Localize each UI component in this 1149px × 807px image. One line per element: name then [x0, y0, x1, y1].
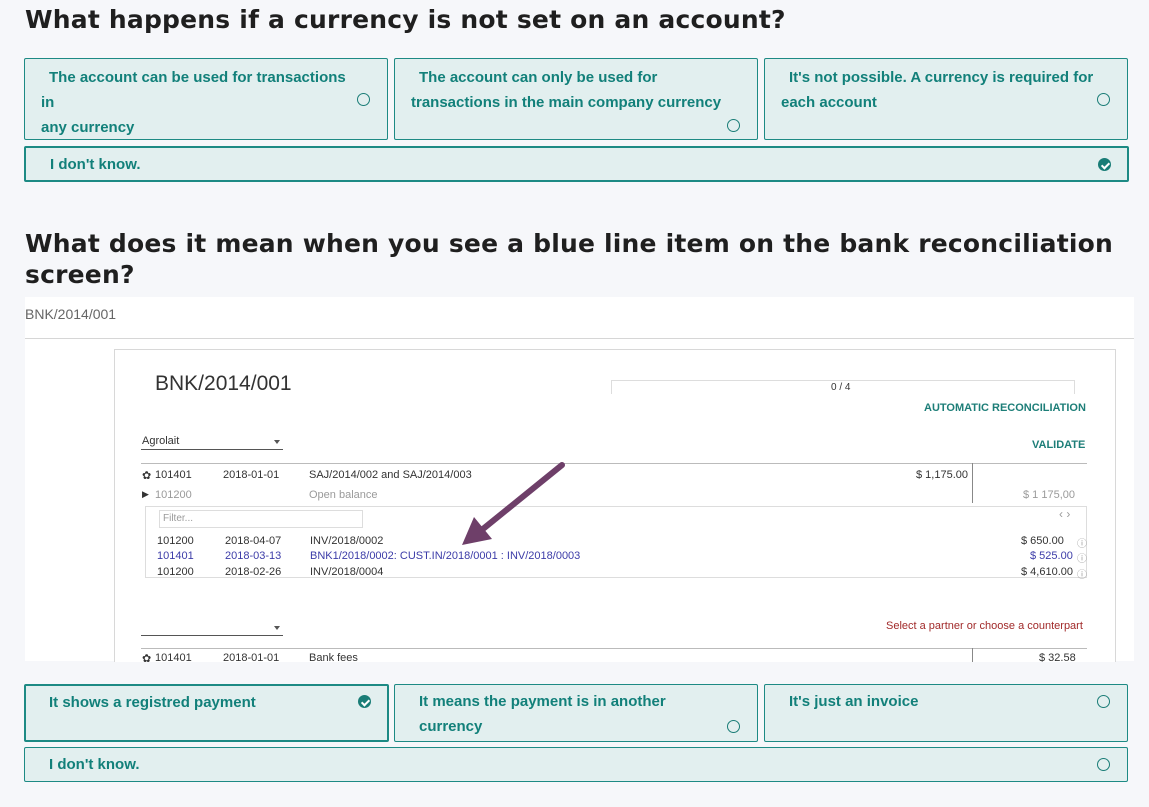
chevron-down-icon — [274, 440, 280, 444]
q2-option-2-label: It means the payment is in another curre… — [419, 693, 666, 735]
row3-date: 2018-01-01 — [223, 652, 280, 662]
line1-amount: $ 650.00 — [1021, 535, 1064, 547]
row1-account: 101401 — [155, 469, 192, 481]
line2-date: 2018-03-13 — [225, 550, 282, 562]
q2-option-3-label: It's just an invoice — [789, 693, 919, 710]
line1-date: 2018-04-07 — [225, 535, 282, 547]
line2-account: 101401 — [157, 550, 194, 562]
radio-unchecked-icon[interactable] — [727, 720, 740, 733]
row2-account: 101200 — [155, 489, 192, 501]
line3-account: 101200 — [157, 566, 194, 578]
line3-amount: $ 4,610.00 — [1021, 566, 1073, 578]
q1-option-2[interactable]: The account can only be used for transac… — [394, 58, 758, 140]
radio-checked-icon[interactable] — [1098, 158, 1111, 171]
progress-box-right — [1074, 380, 1075, 394]
q1-option-2-line2: transactions in the main company currenc… — [411, 94, 722, 111]
gear-icon[interactable]: ✿ — [142, 652, 151, 662]
filter-placeholder: Filter... — [163, 513, 194, 524]
q1-option-3-line1: It's not possible. A currency is require… — [789, 69, 1094, 86]
automatic-reconciliation-button[interactable]: AUTOMATIC RECONCILIATION — [924, 402, 1086, 414]
line1-account: 101200 — [157, 535, 194, 547]
validate-button[interactable]: VALIDATE — [1032, 439, 1085, 451]
q1-option-4[interactable]: I don't know. — [24, 146, 1129, 182]
filter-input[interactable]: Filter... — [159, 510, 363, 528]
q1-option-1-line2: any currency — [41, 119, 135, 136]
q2-option-4[interactable]: I don't know. — [24, 747, 1128, 782]
partner-select[interactable]: Agrolait — [142, 435, 179, 447]
line1-label[interactable]: INV/2018/0002 — [310, 535, 383, 547]
pager-arrows-icon[interactable]: ‹ › — [1059, 507, 1070, 521]
radio-unchecked-icon[interactable] — [1097, 93, 1110, 106]
counterpart-hint: Select a partner or choose a counterpart — [886, 620, 1083, 632]
q1-option-3[interactable]: It's not possible. A currency is require… — [764, 58, 1128, 140]
progress-counter: 0 / 4 — [831, 382, 851, 393]
gear-icon[interactable]: ✿ — [142, 469, 151, 482]
reconciliation-panel: BNK/2014/001 0 / 4 AUTOMATIC RECONCILIAT… — [114, 349, 1116, 662]
row2-amount: $ 1 175,00 — [1023, 489, 1075, 501]
q1-option-1[interactable]: The account can be used for transactions… — [24, 58, 388, 140]
row2-label: Open balance — [309, 489, 378, 501]
q2-option-1-label: It shows a registred payment — [49, 694, 256, 711]
line3-label[interactable]: INV/2018/0004 — [310, 566, 383, 578]
statement-title: BNK/2014/001 — [155, 372, 292, 395]
row1-amount: $ 1,175.00 — [916, 469, 968, 481]
chevron-down-icon — [274, 626, 280, 630]
amount-divider — [972, 463, 973, 503]
question-1-title: What happens if a currency is not set on… — [25, 5, 786, 34]
progress-box-left — [611, 380, 612, 394]
annotation-arrow-icon — [462, 462, 565, 545]
row3-label: Bank fees — [309, 652, 358, 662]
info-icon[interactable]: ⓘ — [1077, 550, 1087, 565]
q1-option-1-line1: The account can be used for transactions… — [41, 69, 346, 111]
q2-option-1[interactable]: It shows a registred payment — [24, 684, 389, 742]
q1-option-3-line2: each account — [781, 94, 877, 111]
table-border-2 — [141, 648, 1087, 649]
radio-unchecked-icon[interactable] — [727, 119, 740, 132]
row3-amount: $ 32.58 — [1039, 652, 1076, 662]
q2-option-4-label: I don't know. — [49, 756, 140, 773]
amount-divider-2 — [972, 648, 973, 662]
q1-option-2-line1: The account can only be used for — [419, 69, 658, 86]
partner-underline-2 — [141, 635, 283, 636]
q1-option-4-label: I don't know. — [50, 156, 141, 173]
line3-date: 2018-02-26 — [225, 566, 282, 578]
divider — [25, 338, 1134, 339]
radio-unchecked-icon[interactable] — [1097, 758, 1110, 771]
info-icon[interactable]: ⓘ — [1077, 566, 1087, 581]
image-caption: BNK/2014/001 — [25, 306, 117, 322]
row1-date: 2018-01-01 — [223, 469, 280, 481]
q2-option-3[interactable]: It's just an invoice — [764, 684, 1128, 742]
q2-option-2[interactable]: It means the payment is in another curre… — [394, 684, 758, 742]
progress-box-top — [611, 380, 1075, 381]
row3-account: 101401 — [155, 652, 192, 662]
line2-amount: $ 525.00 — [1030, 550, 1073, 562]
play-icon[interactable]: ▶ — [142, 489, 149, 500]
question-2-title: What does it mean when you see a blue li… — [25, 229, 1113, 289]
radio-unchecked-icon[interactable] — [1097, 695, 1110, 708]
radio-checked-icon[interactable] — [358, 695, 371, 708]
radio-unchecked-icon[interactable] — [357, 93, 370, 106]
partner-underline — [141, 449, 283, 450]
info-icon[interactable]: ⓘ — [1077, 535, 1087, 550]
table-top-border — [141, 463, 1087, 464]
